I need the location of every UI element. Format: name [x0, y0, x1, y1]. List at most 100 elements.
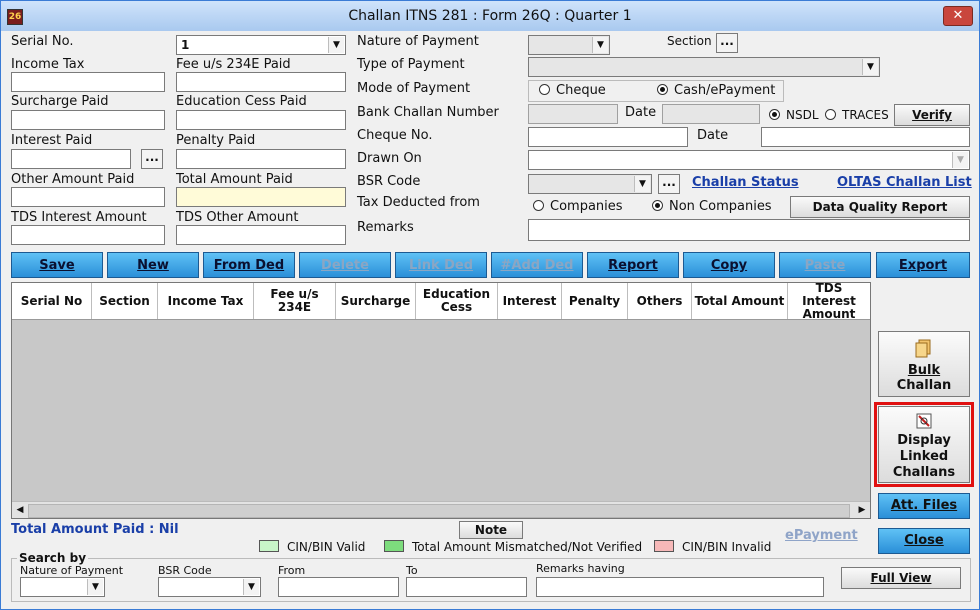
- oltas-challan-list-link[interactable]: OLTAS Challan List: [837, 175, 972, 190]
- surcharge-input[interactable]: [11, 110, 165, 130]
- legend-swatch-icon: [259, 540, 279, 552]
- challan-status-link[interactable]: Challan Status: [692, 175, 799, 190]
- col-total-amount[interactable]: Total Amount: [692, 283, 788, 319]
- col-section[interactable]: Section: [92, 283, 158, 319]
- nature-of-payment-combo[interactable]: ▼: [528, 35, 610, 55]
- col-tds-interest[interactable]: TDS Interest Amount: [788, 283, 870, 319]
- cheque-no-label: Cheque No.: [357, 128, 433, 143]
- fee-234e-input[interactable]: [176, 72, 346, 92]
- legend-cin-invalid: CIN/BIN Invalid: [654, 540, 771, 554]
- scroll-left-icon[interactable]: ◀: [13, 503, 27, 517]
- search-from-input[interactable]: [278, 577, 399, 597]
- challan-date-label: Date: [625, 105, 657, 120]
- col-income-tax[interactable]: Income Tax: [158, 283, 254, 319]
- type-of-payment-combo[interactable]: ▼: [528, 57, 880, 77]
- remarks-input[interactable]: [528, 219, 970, 241]
- bsr-lookup-button[interactable]: ...: [658, 174, 680, 194]
- traces-radio[interactable]: TRACES: [825, 108, 889, 122]
- link-ded-button[interactable]: Link Ded: [395, 252, 487, 278]
- display-linked-challans-button[interactable]: Display Linked Challans: [878, 406, 970, 483]
- non-companies-radio[interactable]: Non Companies: [652, 199, 772, 214]
- search-bsr-combo[interactable]: ▼: [158, 577, 261, 597]
- close-button[interactable]: Close: [878, 528, 970, 554]
- serial-no-combo[interactable]: 1 ▼: [176, 35, 346, 55]
- challan-date-input[interactable]: [662, 104, 760, 124]
- full-view-button[interactable]: Full View: [841, 567, 961, 589]
- copy-button[interactable]: Copy: [683, 252, 775, 278]
- add-ded-button[interactable]: #Add Ded: [491, 252, 583, 278]
- cheque-no-input[interactable]: [528, 127, 688, 147]
- tax-deducted-label: Tax Deducted from: [357, 195, 480, 210]
- bulk-challan-button[interactable]: Bulk Challan: [878, 331, 970, 397]
- report-button[interactable]: Report: [587, 252, 679, 278]
- data-quality-report-button[interactable]: Data Quality Report: [790, 196, 970, 218]
- interest-details-button[interactable]: ...: [141, 149, 163, 169]
- nsdl-radio[interactable]: NSDL: [769, 108, 819, 122]
- verify-button[interactable]: Verify: [894, 104, 970, 126]
- companies-radio[interactable]: Companies: [533, 199, 623, 214]
- legend-swatch-icon: [654, 540, 674, 552]
- search-remarks-input[interactable]: [536, 577, 824, 597]
- col-fee-234e[interactable]: Fee u/s 234E: [254, 283, 336, 319]
- from-ded-button[interactable]: From Ded: [203, 252, 295, 278]
- chevron-down-icon: ▼: [87, 579, 103, 595]
- linked-label: Linked: [899, 449, 949, 464]
- col-surcharge[interactable]: Surcharge: [336, 283, 416, 319]
- total-amount-label: Total Amount Paid: [176, 172, 293, 187]
- att-files-button[interactable]: Att. Files: [878, 493, 970, 519]
- education-cess-input[interactable]: [176, 110, 346, 130]
- delete-button[interactable]: Delete: [299, 252, 391, 278]
- search-from-label: From: [278, 564, 306, 577]
- mode-cash-radio[interactable]: Cash/ePayment: [657, 83, 775, 98]
- col-education-cess[interactable]: Education Cess: [416, 283, 498, 319]
- mode-cheque-radio[interactable]: Cheque: [539, 83, 606, 98]
- total-amount-paid-text: Total Amount Paid : Nil: [11, 522, 179, 537]
- mode-of-payment-label: Mode of Payment: [357, 81, 471, 96]
- window-title: Challan ITNS 281 : Form 26Q : Quarter 1: [348, 8, 632, 24]
- col-interest[interactable]: Interest: [498, 283, 562, 319]
- chevron-down-icon: ▼: [952, 152, 968, 168]
- penalty-input[interactable]: [176, 149, 346, 169]
- tds-interest-label: TDS Interest Amount: [11, 210, 147, 225]
- cheque-date-input[interactable]: [761, 127, 970, 147]
- bank-challan-input[interactable]: [528, 104, 618, 124]
- search-to-input[interactable]: [406, 577, 527, 597]
- scroll-thumb[interactable]: [28, 504, 850, 518]
- radio-off-icon: [539, 84, 550, 95]
- challans-label: Challans: [892, 465, 956, 480]
- window-close-button[interactable]: ✕: [943, 6, 973, 26]
- display-label: Display: [897, 433, 951, 448]
- save-button[interactable]: Save: [11, 252, 103, 278]
- search-nature-combo[interactable]: ▼: [20, 577, 105, 597]
- section-lookup-button[interactable]: ...: [716, 33, 738, 53]
- non-companies-label: Non Companies: [669, 199, 772, 214]
- drawn-on-combo[interactable]: ▼: [528, 150, 970, 170]
- export-button[interactable]: Export: [876, 252, 970, 278]
- grid-horizontal-scrollbar[interactable]: ◀ ▶: [12, 501, 870, 518]
- chevron-down-icon: ▼: [592, 37, 608, 53]
- new-button[interactable]: New: [107, 252, 199, 278]
- tds-other-input[interactable]: [176, 225, 346, 245]
- col-penalty[interactable]: Penalty: [562, 283, 628, 319]
- penalty-label: Penalty Paid: [176, 133, 256, 148]
- other-amount-input[interactable]: [11, 187, 165, 207]
- drawn-on-label: Drawn On: [357, 151, 422, 166]
- tds-interest-input[interactable]: [11, 225, 165, 245]
- note-button[interactable]: Note: [459, 521, 523, 539]
- epayment-link[interactable]: ePayment: [785, 528, 858, 543]
- income-tax-input[interactable]: [11, 72, 165, 92]
- col-others[interactable]: Others: [628, 283, 692, 319]
- col-serial-no[interactable]: Serial No: [12, 283, 92, 319]
- total-amount-field: [176, 187, 346, 207]
- search-nature-label: Nature of Payment: [20, 564, 124, 577]
- interest-input[interactable]: [11, 149, 131, 169]
- challan-grid[interactable]: Serial No Section Income Tax Fee u/s 234…: [11, 282, 871, 519]
- scroll-right-icon[interactable]: ▶: [855, 503, 869, 517]
- paste-button[interactable]: Paste: [779, 252, 871, 278]
- radio-on-icon: [657, 84, 668, 95]
- legend-mismatched: Total Amount Mismatched/Not Verified: [384, 540, 642, 554]
- bsr-code-label: BSR Code: [357, 174, 421, 189]
- bsr-code-combo[interactable]: ▼: [528, 174, 652, 194]
- radio-on-icon: [769, 109, 780, 120]
- radio-off-icon: [825, 109, 836, 120]
